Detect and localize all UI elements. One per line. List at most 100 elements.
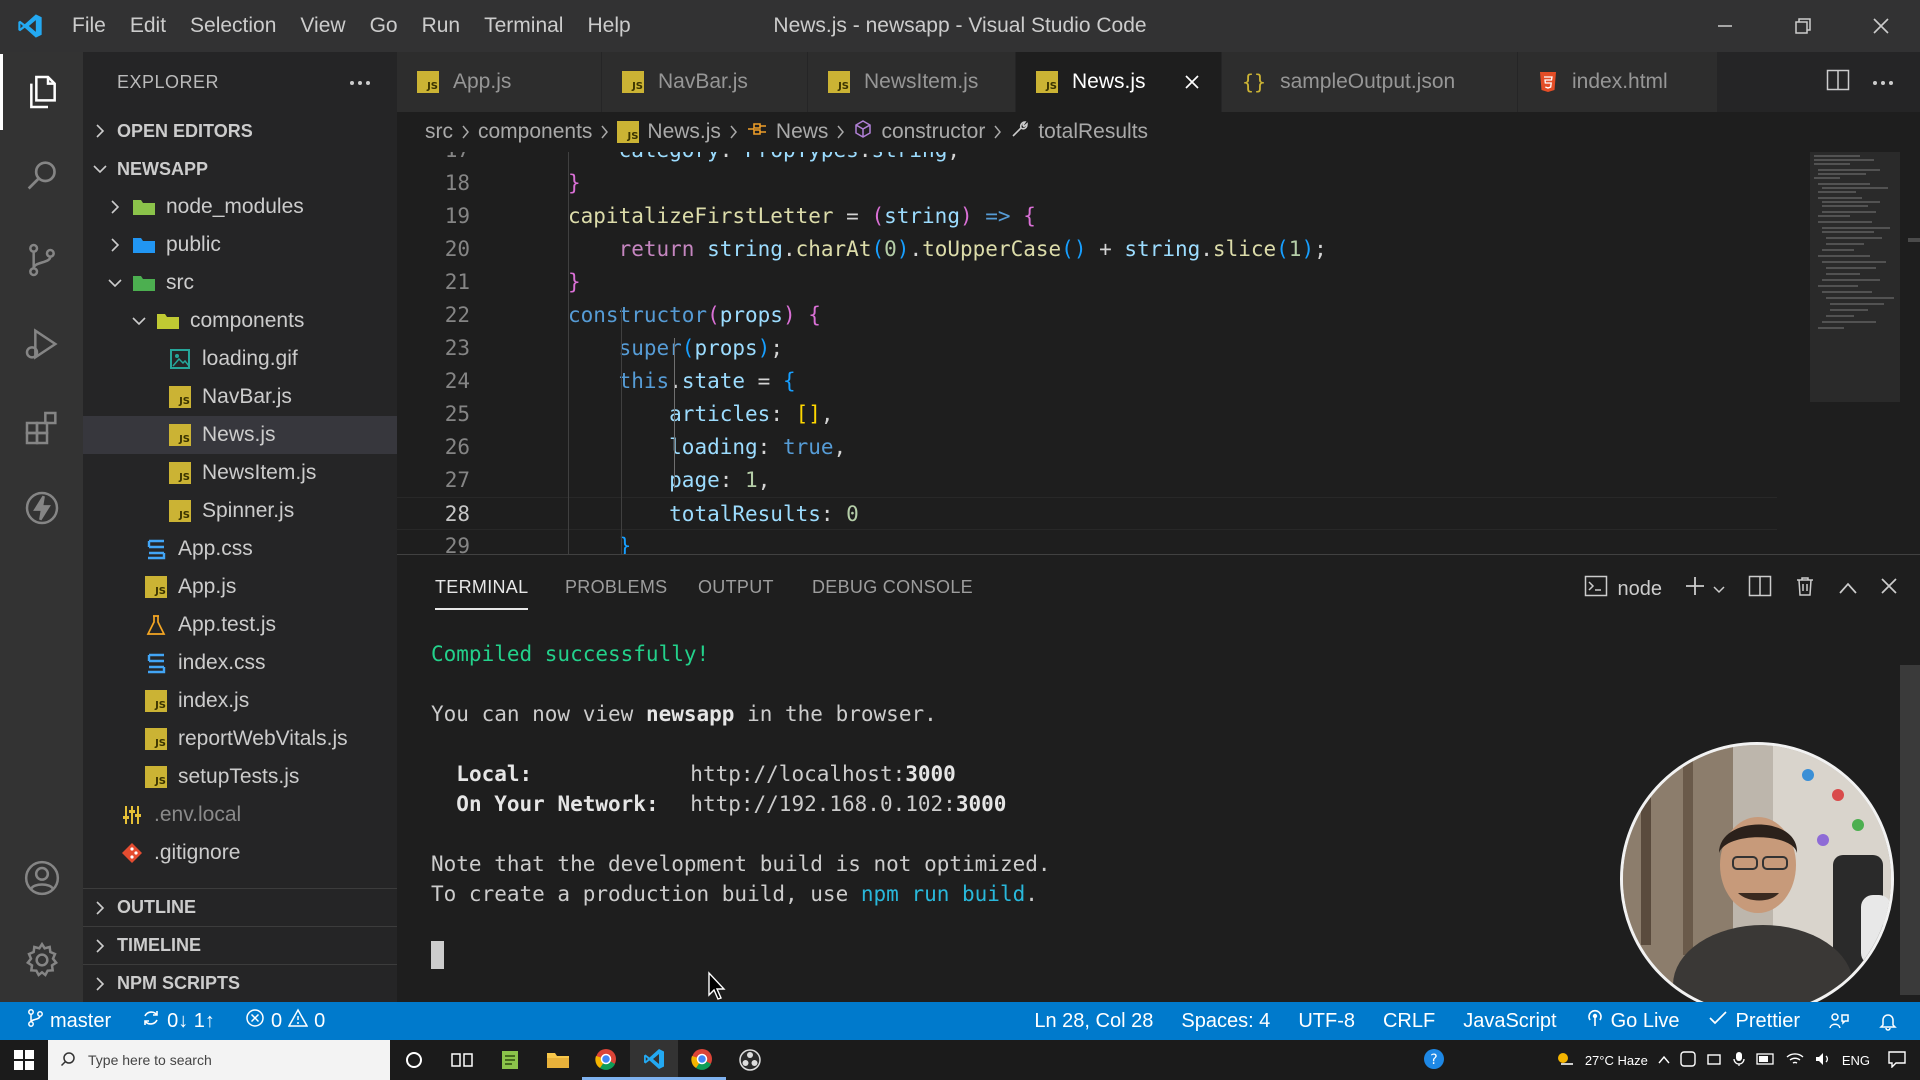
outline-section[interactable]: OUTLINE: [83, 888, 397, 926]
taskbar-search-box[interactable]: Type here to search: [48, 1040, 390, 1080]
file-item[interactable]: JS Spinner.js: [83, 492, 397, 530]
settings-gear-icon[interactable]: [0, 922, 83, 998]
more-actions-icon[interactable]: [1872, 73, 1894, 91]
git-branch-item[interactable]: master: [26, 1002, 111, 1040]
restore-button[interactable]: [1764, 0, 1842, 52]
action-center-icon[interactable]: [1888, 1050, 1906, 1071]
chevron-up-icon[interactable]: [1658, 1053, 1670, 1068]
chrome-icon[interactable]: [582, 1040, 630, 1080]
run-debug-icon[interactable]: [0, 306, 83, 382]
breadcrumb-class[interactable]: News: [746, 120, 828, 144]
search-icon[interactable]: [0, 138, 83, 214]
tray-app-icon[interactable]: [1680, 1050, 1696, 1070]
open-editors-section[interactable]: OPEN EDITORS: [83, 112, 397, 150]
end-of-line[interactable]: CRLF: [1383, 1002, 1435, 1040]
sync-item[interactable]: 0↓ 1↑: [141, 1002, 215, 1040]
volume-icon[interactable]: [1814, 1051, 1832, 1070]
file-item[interactable]: .env.local: [83, 796, 397, 834]
breadcrumb-file[interactable]: JS News.js: [617, 120, 721, 144]
feedback-icon[interactable]: [1828, 1002, 1850, 1040]
editor-tab-index-html[interactable]: index.html: [1518, 52, 1718, 112]
file-item[interactable]: App.test.js: [83, 606, 397, 644]
obs-icon[interactable]: [726, 1040, 774, 1080]
editor-tab-newsitem-js[interactable]: JS NewsItem.js: [808, 52, 1016, 112]
tab-debug-console[interactable]: DEBUG CONSOLE: [812, 577, 973, 598]
menu-edit[interactable]: Edit: [118, 14, 178, 38]
npm-scripts-section[interactable]: NPM SCRIPTS: [83, 964, 397, 1002]
file-item[interactable]: JS NavBar.js: [83, 378, 397, 416]
file-item[interactable]: loading.gif: [83, 340, 397, 378]
battery-icon[interactable]: [1756, 1052, 1776, 1069]
tab-terminal[interactable]: TERMINAL: [435, 577, 529, 610]
help-icon[interactable]: ?: [1423, 1048, 1445, 1073]
file-item[interactable]: JS App.js: [83, 568, 397, 606]
cursor-position[interactable]: Ln 28, Col 28: [1034, 1002, 1153, 1040]
problems-item[interactable]: 0 0: [245, 1002, 325, 1040]
file-item[interactable]: App.css: [83, 530, 397, 568]
editor-tab-navbar-js[interactable]: JS NavBar.js: [602, 52, 808, 112]
chevron-up-icon[interactable]: [1838, 578, 1858, 601]
folder-item[interactable]: components: [83, 302, 397, 340]
file-item[interactable]: JS reportWebVitals.js: [83, 720, 397, 758]
menu-file[interactable]: File: [60, 14, 118, 38]
file-item[interactable]: index.css: [83, 644, 397, 682]
explorer-icon[interactable]: [0, 54, 83, 130]
code-editor[interactable]: 17 category: PropTypes.string,18}19capit…: [397, 152, 1920, 554]
language-mode[interactable]: JavaScript: [1463, 1002, 1556, 1040]
input-language[interactable]: ENG: [1842, 1053, 1870, 1068]
trash-icon[interactable]: [1794, 575, 1816, 603]
weather-text[interactable]: 27°C Haze: [1585, 1053, 1648, 1068]
chrome-profile-icon[interactable]: [678, 1040, 726, 1080]
close-tab-icon[interactable]: [1181, 74, 1203, 90]
file-item[interactable]: JS setupTests.js: [83, 758, 397, 796]
close-panel-icon[interactable]: [1880, 577, 1898, 601]
editor-tab-sampleoutput-json[interactable]: {} sampleOutput.json: [1222, 52, 1518, 112]
editor-tab-news-js[interactable]: JS News.js: [1016, 52, 1222, 112]
terminal-output[interactable]: Compiled successfully! You can now view …: [431, 639, 1051, 969]
menu-go[interactable]: Go: [358, 14, 410, 38]
breadcrumb-method[interactable]: constructor: [853, 119, 985, 145]
cortana-icon[interactable]: [390, 1040, 438, 1080]
indentation[interactable]: Spaces: 4: [1181, 1002, 1270, 1040]
menu-help[interactable]: Help: [575, 14, 642, 38]
more-actions-icon[interactable]: [349, 73, 371, 91]
minimap[interactable]: [1810, 152, 1900, 554]
file-item[interactable]: .gitignore: [83, 834, 397, 872]
folder-item[interactable]: node_modules: [83, 188, 397, 226]
tab-output[interactable]: OUTPUT: [698, 577, 774, 598]
wifi-icon[interactable]: [1786, 1051, 1804, 1070]
editor-tab-app-js[interactable]: JS App.js: [397, 52, 602, 112]
tray-network-drive-icon[interactable]: [1706, 1051, 1722, 1070]
split-editor-icon[interactable]: [1826, 69, 1850, 96]
go-live-item[interactable]: Go Live: [1585, 1002, 1680, 1040]
breadcrumb-components[interactable]: components: [478, 120, 592, 144]
file-item[interactable]: JS index.js: [83, 682, 397, 720]
folder-item[interactable]: src: [83, 264, 397, 302]
breadcrumb-src[interactable]: src: [425, 120, 453, 144]
project-section[interactable]: NEWSAPP: [83, 150, 397, 188]
editor-scrollbar[interactable]: [1900, 152, 1920, 554]
menu-terminal[interactable]: Terminal: [472, 14, 575, 38]
thunder-client-icon[interactable]: [0, 470, 83, 546]
terminal-selector[interactable]: node: [1584, 575, 1662, 603]
folder-item[interactable]: public: [83, 226, 397, 264]
windows-start-icon[interactable]: [0, 1040, 48, 1080]
terminal-scrollbar[interactable]: [1900, 665, 1920, 995]
encoding[interactable]: UTF-8: [1298, 1002, 1355, 1040]
notepad-app-icon[interactable]: [486, 1040, 534, 1080]
tab-problems[interactable]: PROBLEMS: [565, 577, 667, 598]
file-explorer-icon[interactable]: [534, 1040, 582, 1080]
notifications-bell-icon[interactable]: [1878, 1002, 1898, 1040]
menu-view[interactable]: View: [288, 14, 357, 38]
source-control-icon[interactable]: [0, 222, 83, 298]
file-item[interactable]: JS NewsItem.js: [83, 454, 397, 492]
split-terminal-icon[interactable]: [1748, 575, 1772, 603]
minimize-button[interactable]: [1686, 0, 1764, 52]
timeline-section[interactable]: TIMELINE: [83, 926, 397, 964]
extensions-icon[interactable]: [0, 390, 83, 466]
vscode-taskbar-icon[interactable]: [630, 1040, 678, 1080]
menu-selection[interactable]: Selection: [178, 14, 288, 38]
accounts-icon[interactable]: [0, 840, 83, 916]
task-view-icon[interactable]: [438, 1040, 486, 1080]
close-window-button[interactable]: [1842, 0, 1920, 52]
